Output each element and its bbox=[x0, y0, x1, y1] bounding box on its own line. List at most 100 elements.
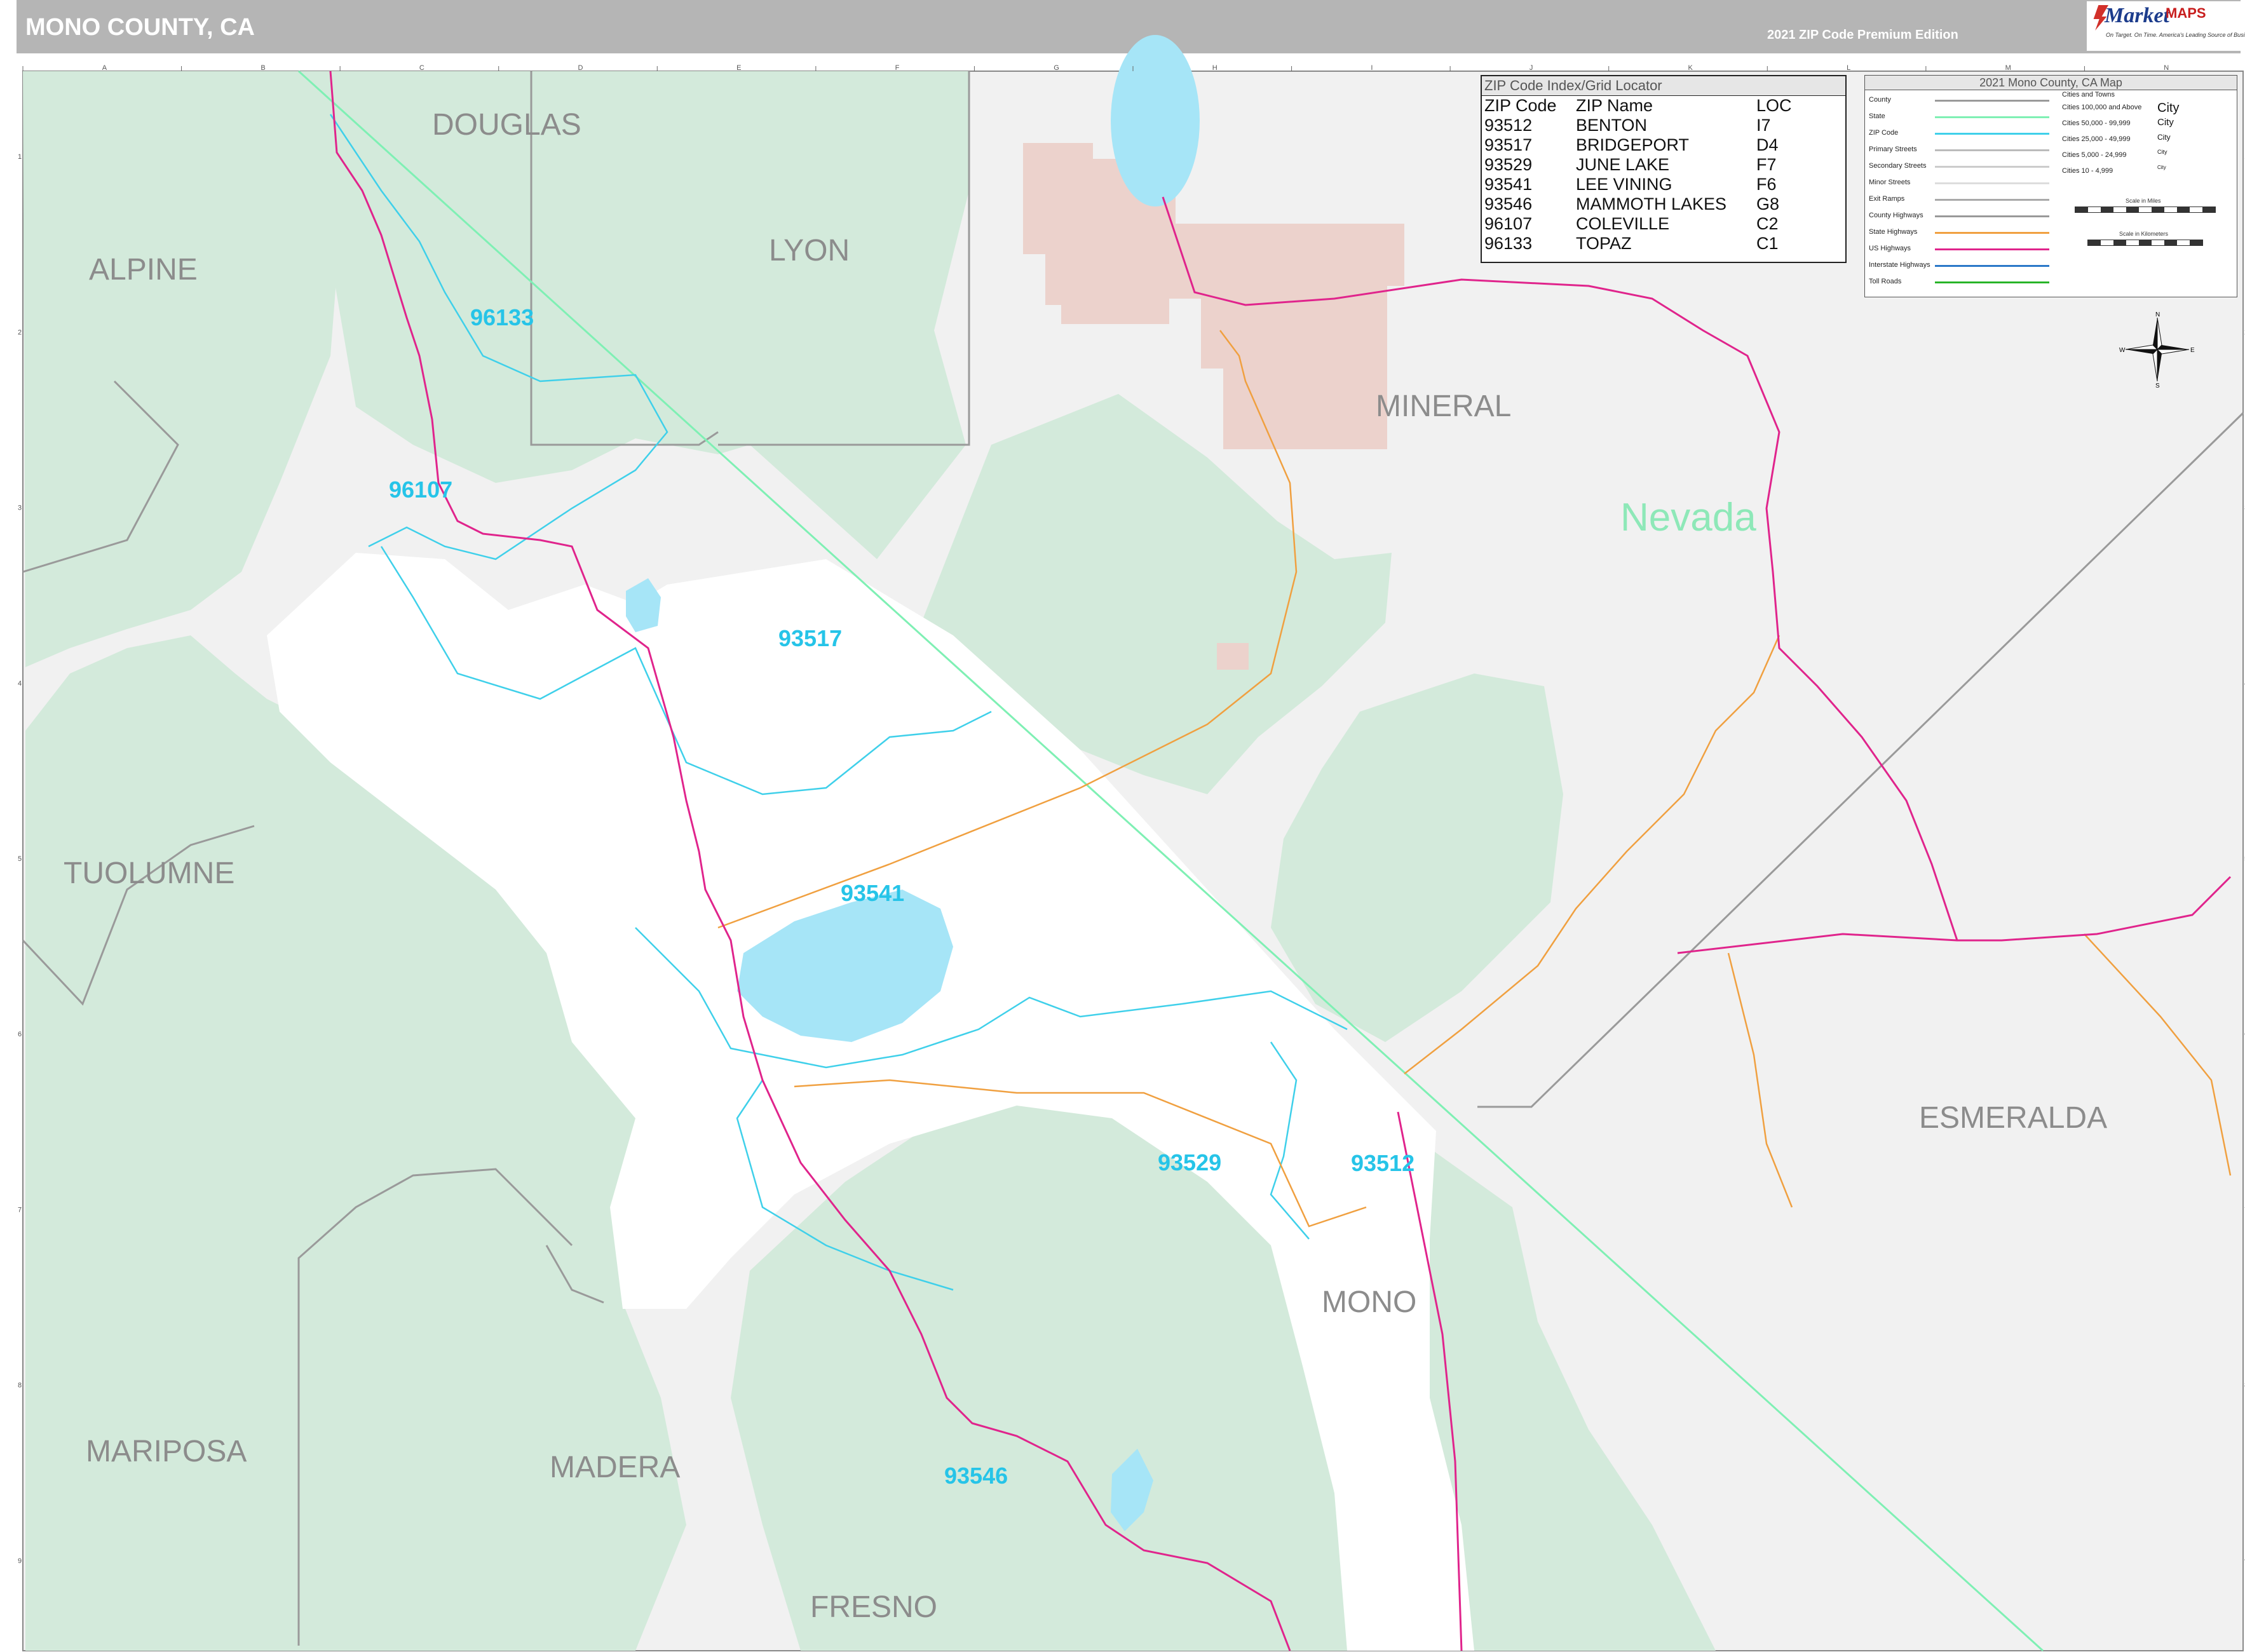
zip-name-cell: COLEVILLE bbox=[1576, 214, 1670, 233]
legend-item-label: Exit Ramps bbox=[1869, 195, 1905, 203]
grid-column-label: J bbox=[1529, 64, 1533, 72]
loc-cell: C1 bbox=[1756, 234, 1779, 253]
zip-index-col-zip: ZIP Code bbox=[1484, 96, 1557, 115]
compass-rose-icon: N S E W bbox=[2119, 311, 2195, 388]
county-label-madera: MADERA bbox=[550, 1451, 680, 1484]
legend-item-label: Secondary Streets bbox=[1869, 162, 1927, 170]
zip-cell: 93529 bbox=[1484, 155, 1533, 174]
grid-row-label: 8 bbox=[18, 1382, 22, 1390]
scale-km-label: Scale in Kilometers bbox=[2119, 231, 2169, 237]
grid-row-label: 7 bbox=[18, 1206, 22, 1214]
zip-label-96107[interactable]: 96107 bbox=[389, 477, 452, 503]
county-label-esmeralda: ESMERALDA bbox=[1919, 1101, 2107, 1135]
legend-city-sample: City bbox=[2157, 117, 2174, 128]
legend-city-class: Cities 5,000 - 24,999 bbox=[2062, 151, 2127, 159]
zip-cell: 96107 bbox=[1484, 214, 1533, 233]
scale-bar-km bbox=[2087, 240, 2203, 246]
legend-item-swatch bbox=[1935, 265, 2049, 267]
grid-column-label: I bbox=[1371, 64, 1373, 72]
zip-cell: 93512 bbox=[1484, 116, 1533, 135]
grid-column-label: F bbox=[895, 64, 900, 72]
table-row[interactable]: 96133 TOPAZ C1 bbox=[1483, 234, 1793, 254]
zip-cell: 93517 bbox=[1484, 135, 1533, 154]
county-label-douglas: DOUGLAS bbox=[432, 108, 581, 142]
legend-item-label: Toll Roads bbox=[1869, 278, 1902, 285]
grid-column-label: M bbox=[2005, 64, 2011, 72]
legend-city-class: Cities 50,000 - 99,999 bbox=[2062, 119, 2131, 127]
zip-index-col-loc: LOC bbox=[1756, 96, 1792, 115]
zip-label-96133[interactable]: 96133 bbox=[470, 304, 534, 330]
state-label-nevada: Nevada bbox=[1620, 496, 1756, 539]
grid-column-label: A bbox=[102, 64, 107, 72]
table-row[interactable]: 93546 MAMMOTH LAKES G8 bbox=[1483, 194, 1793, 214]
loc-cell: F6 bbox=[1756, 175, 1777, 194]
zip-name-cell: MAMMOTH LAKES bbox=[1576, 194, 1727, 213]
loc-cell: G8 bbox=[1756, 194, 1780, 213]
legend-item-swatch bbox=[1935, 116, 2049, 118]
grid-column-label: E bbox=[736, 64, 741, 72]
table-row[interactable]: 93517 BRIDGEPORT D4 bbox=[1483, 135, 1793, 155]
table-row[interactable]: 96107 COLEVILLE C2 bbox=[1483, 214, 1793, 234]
grid-column-label: N bbox=[2164, 64, 2169, 72]
loc-cell: I7 bbox=[1756, 116, 1771, 135]
legend-item-swatch bbox=[1935, 248, 2049, 250]
county-label-lyon: LYON bbox=[769, 234, 850, 267]
legend-city-sample: City bbox=[2157, 133, 2171, 142]
legend-item-swatch bbox=[1935, 215, 2049, 217]
table-row[interactable]: 93541 LEE VINING F6 bbox=[1483, 175, 1793, 194]
county-label-alpine: ALPINE bbox=[89, 253, 198, 287]
legend-item-swatch bbox=[1935, 199, 2049, 201]
zip-cell: 93541 bbox=[1484, 175, 1533, 194]
zip-index-header-row: ZIP Code ZIP Name LOC bbox=[1483, 96, 1793, 116]
zip-label-93541[interactable]: 93541 bbox=[841, 880, 904, 906]
grid-column-label: B bbox=[261, 64, 265, 72]
scale-miles-label: Scale in Miles bbox=[2126, 198, 2161, 204]
scale-bar-miles bbox=[2075, 207, 2216, 213]
grid-row-label: 9 bbox=[18, 1557, 22, 1565]
legend-item-label: Minor Streets bbox=[1869, 179, 1911, 186]
legend-item-label: Interstate Highways bbox=[1869, 261, 1930, 269]
compass-e: E bbox=[2190, 347, 2195, 354]
zip-cell: 93546 bbox=[1484, 194, 1533, 213]
legend-item-swatch bbox=[1935, 133, 2049, 135]
compass-s: S bbox=[2155, 383, 2160, 388]
zip-cell: 96133 bbox=[1484, 234, 1533, 253]
zip-label-93512[interactable]: 93512 bbox=[1351, 1150, 1414, 1176]
legend-city-class: Cities 25,000 - 49,999 bbox=[2062, 135, 2131, 143]
grid-column-label: H bbox=[1212, 64, 1217, 72]
table-row[interactable]: 93529 JUNE LAKE F7 bbox=[1483, 155, 1793, 175]
legend-item-swatch bbox=[1935, 166, 2049, 168]
zip-name-cell: LEE VINING bbox=[1576, 175, 1672, 194]
legend-cities-title: Cities and Towns bbox=[2062, 91, 2115, 98]
legend-item-swatch bbox=[1935, 182, 2049, 184]
grid-column-label: G bbox=[1054, 64, 1059, 72]
zip-label-93517[interactable]: 93517 bbox=[778, 625, 842, 651]
zip-index-table: ZIP Code ZIP Name LOC 93512 BENTON I7 9351… bbox=[1483, 96, 1793, 254]
legend-city-class: Cities 100,000 and Above bbox=[2062, 104, 2142, 111]
legend-item-label: County bbox=[1869, 96, 1891, 104]
zip-label-93546[interactable]: 93546 bbox=[944, 1463, 1008, 1489]
table-row[interactable]: 93512 BENTON I7 bbox=[1483, 116, 1793, 135]
county-label-mariposa: MARIPOSA bbox=[86, 1435, 247, 1468]
grid-column-label: D bbox=[578, 64, 583, 72]
grid-row-label: 4 bbox=[18, 680, 22, 687]
legend-item-swatch bbox=[1935, 100, 2049, 102]
grid-column-label: K bbox=[1688, 64, 1693, 72]
loc-cell: F7 bbox=[1756, 155, 1777, 174]
county-label-mineral: MINERAL bbox=[1376, 389, 1511, 423]
county-label-mono: MONO bbox=[1322, 1285, 1416, 1319]
legend-item-label: Primary Streets bbox=[1869, 146, 1917, 153]
legend-item-label: State Highways bbox=[1869, 228, 1918, 236]
legend-item-label: State bbox=[1869, 112, 1885, 120]
walker-lake bbox=[1111, 35, 1200, 207]
grid-row-label: 5 bbox=[18, 855, 22, 863]
zip-name-cell: BRIDGEPORT bbox=[1576, 135, 1690, 154]
county-label-fresno: FRESNO bbox=[810, 1590, 937, 1624]
grid-column-label: L bbox=[1847, 64, 1850, 72]
zip-name-cell: BENTON bbox=[1576, 116, 1648, 135]
legend-city-sample: City bbox=[2157, 165, 2166, 170]
grid-row-label: 3 bbox=[18, 504, 22, 512]
hawthorne-depot-small bbox=[1217, 643, 1249, 670]
zip-label-93529[interactable]: 93529 bbox=[1158, 1149, 1221, 1175]
legend-city-sample: City bbox=[2157, 149, 2167, 155]
